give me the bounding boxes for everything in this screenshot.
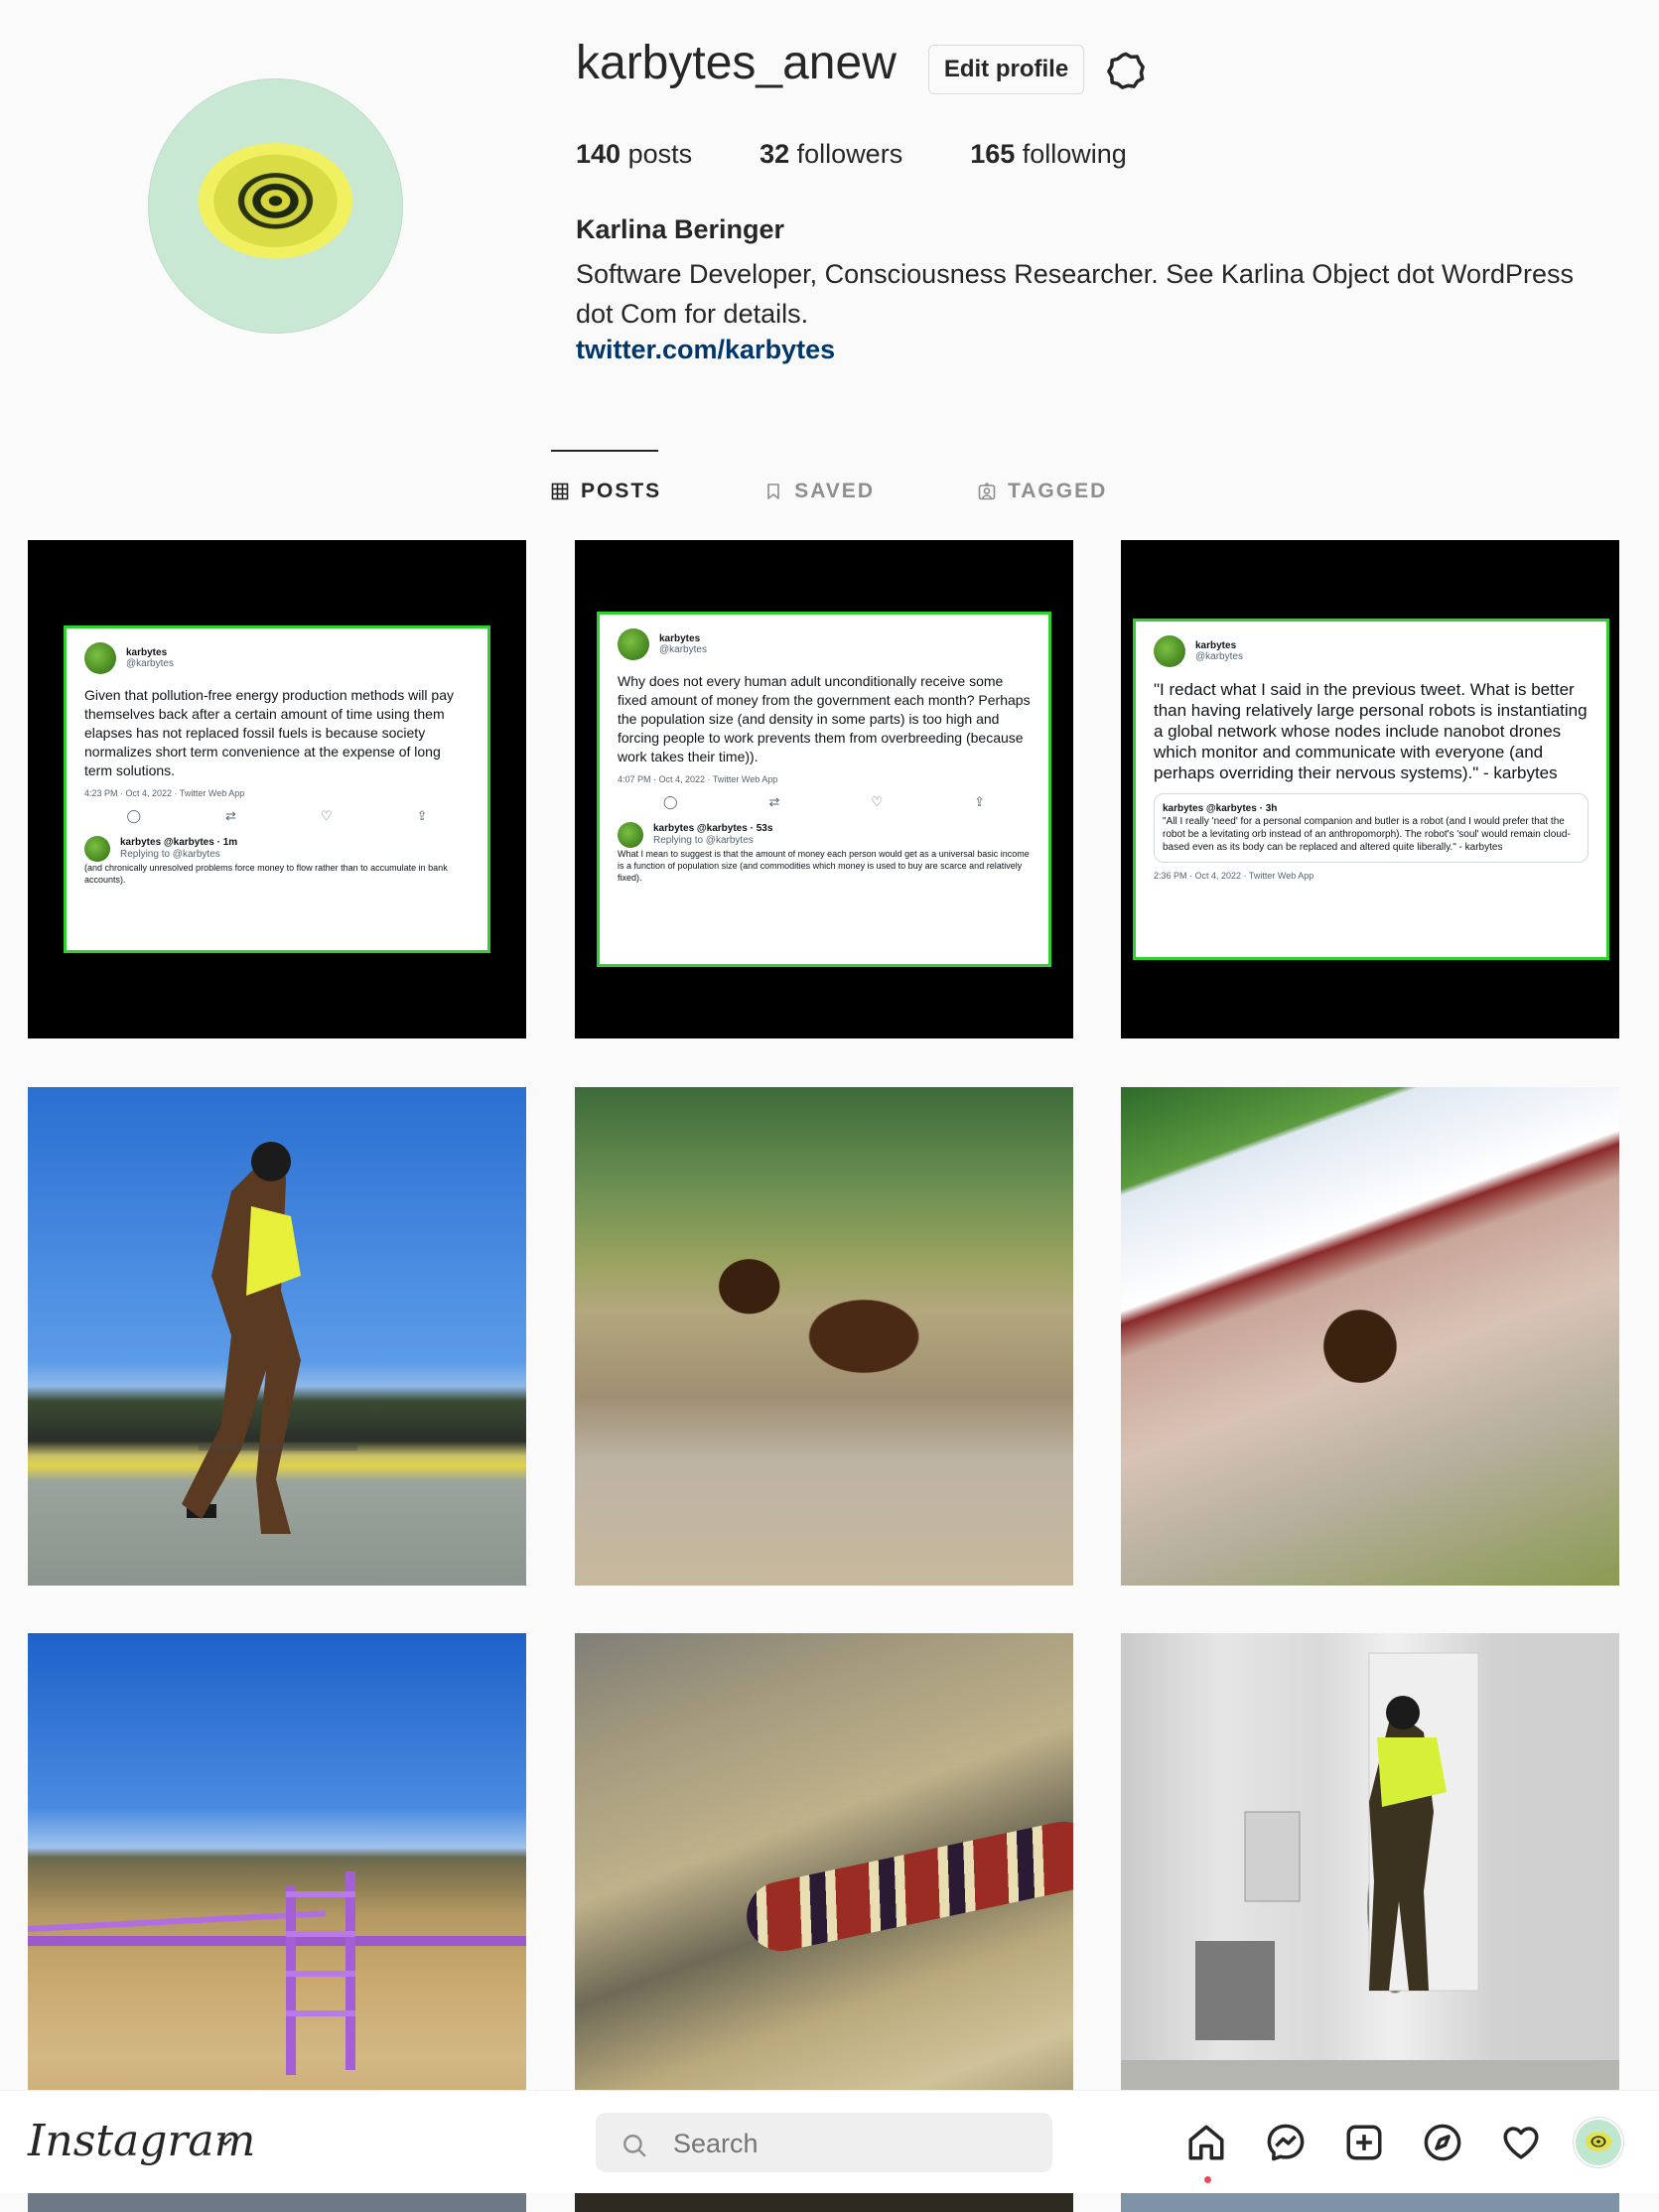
profile-bio: Software Developer, Consciousness Resear… bbox=[576, 259, 1574, 329]
restroom-figure bbox=[1121, 1652, 1619, 2132]
tweet-author-handle: @karbytes bbox=[1195, 651, 1243, 662]
settings-gear-icon[interactable] bbox=[1105, 50, 1147, 91]
tweet-meta: 2:36 PM · Oct 4, 2022 · Twitter Web App bbox=[1154, 871, 1314, 881]
post-tile-hiker-photo[interactable] bbox=[28, 1087, 526, 1586]
like-icon: ♡ bbox=[871, 794, 884, 809]
tweet-meta: 4:23 PM · Oct 4, 2022 · Twitter Web App bbox=[84, 788, 245, 798]
tweet-avatar bbox=[84, 642, 116, 674]
posts-count-stat: 140 posts bbox=[576, 139, 693, 169]
tweet-actions: ◯ ⇄ ♡ ⇪ bbox=[84, 808, 470, 824]
active-tab-indicator bbox=[551, 450, 658, 452]
tweet-header: karbytes @karbytes bbox=[84, 642, 470, 674]
quote-header: karbytes @karbytes · 3h bbox=[1163, 803, 1278, 814]
home-notification-dot bbox=[1204, 2176, 1211, 2183]
tweet-header: karbytes @karbytes bbox=[1154, 635, 1589, 667]
chevron-down-icon[interactable] bbox=[216, 2133, 234, 2150]
purple-gate bbox=[28, 1871, 526, 2075]
post-tile-snake-photo[interactable] bbox=[575, 1633, 1073, 2132]
reply-icon: ◯ bbox=[126, 808, 142, 823]
post-tile-restroom-photo[interactable] bbox=[1121, 1633, 1619, 2132]
following-count-stat[interactable]: 165 following bbox=[970, 139, 1127, 170]
tab-tagged-label: TAGGED bbox=[1007, 480, 1108, 502]
tweet-screenshot: karbytes @karbytes Given that pollution-f… bbox=[64, 625, 490, 953]
tweet-actions: ◯ ⇄ ♡ ⇪ bbox=[618, 794, 1031, 810]
tweet-author-handle: @karbytes bbox=[659, 644, 707, 655]
tweet-text: Why does not every human adult unconditi… bbox=[618, 673, 1031, 764]
tab-tagged[interactable]: TAGGED bbox=[978, 480, 1107, 503]
home-icon[interactable] bbox=[1185, 2122, 1227, 2163]
reply-avatar bbox=[618, 822, 643, 848]
tweet-avatar bbox=[1154, 635, 1185, 667]
tab-posts[interactable]: POSTS bbox=[551, 480, 661, 503]
profile-full-name: Karlina Beringer bbox=[576, 214, 785, 244]
reply-to-label: Replying to @karbytes bbox=[120, 849, 220, 860]
bottom-navigation-bar: Instagram bbox=[0, 2090, 1659, 2193]
reply-text: (and chronically unresolved problems for… bbox=[84, 863, 448, 885]
post-tile-cat-photo[interactable] bbox=[1121, 1087, 1619, 1586]
profile-tabs: POSTS SAVED TAGGED bbox=[551, 480, 1210, 503]
profile-stats: 140 posts 32 followers 165 following bbox=[576, 139, 1127, 170]
post-tile[interactable]: karbytes @karbytes "I redact what I said … bbox=[1121, 540, 1619, 1038]
tweet-avatar bbox=[618, 628, 649, 660]
post-tile-peek[interactable] bbox=[575, 2192, 1073, 2212]
search-bar[interactable] bbox=[596, 2113, 1052, 2174]
new-post-icon[interactable] bbox=[1343, 2122, 1385, 2163]
tweet-reply: karbytes @karbytes · 53s Replying to @kar… bbox=[618, 822, 1031, 884]
reply-avatar bbox=[84, 836, 110, 862]
tweet-author-handle: @karbytes bbox=[126, 658, 174, 669]
search-input[interactable] bbox=[671, 2113, 1033, 2174]
reply-header: karbytes @karbytes · 1m bbox=[120, 837, 238, 848]
post-tile[interactable]: karbytes @karbytes Why does not every hum… bbox=[575, 540, 1073, 1038]
profile-avatar-nav[interactable] bbox=[1576, 2120, 1621, 2165]
retweet-icon: ⇄ bbox=[225, 808, 236, 823]
like-icon: ♡ bbox=[320, 808, 333, 823]
explore-icon[interactable] bbox=[1422, 2122, 1463, 2163]
tab-saved-label: SAVED bbox=[794, 480, 875, 502]
bookmark-icon bbox=[767, 484, 779, 499]
tweet-quote: karbytes @karbytes · 3h "All I really 'n… bbox=[1154, 793, 1589, 863]
tweet-screenshot: karbytes @karbytes "I redact what I said … bbox=[1133, 619, 1609, 960]
reply-to-label: Replying to @karbytes bbox=[653, 835, 754, 846]
messenger-icon[interactable] bbox=[1265, 2122, 1307, 2163]
followers-count-stat[interactable]: 32 followers bbox=[760, 139, 902, 170]
tweet-reply: karbytes @karbytes · 1m Replying to @karb… bbox=[84, 836, 470, 886]
reply-text: What I mean to suggest is that the amoun… bbox=[618, 849, 1030, 883]
tweet-header: karbytes @karbytes bbox=[618, 628, 1031, 660]
post-tile-peek[interactable] bbox=[28, 2192, 526, 2212]
tweet-text: Given that pollution-free energy product… bbox=[84, 687, 454, 778]
tweet-text: "I redact what I said in the previous tw… bbox=[1154, 680, 1588, 782]
reply-icon: ◯ bbox=[662, 794, 678, 809]
grid-icon bbox=[551, 483, 569, 500]
profile-username: karbytes_anew bbox=[576, 37, 897, 89]
profile-avatar[interactable] bbox=[148, 78, 403, 334]
profile-external-link[interactable]: twitter.com/karbytes bbox=[576, 335, 835, 365]
edit-profile-button[interactable]: Edit profile bbox=[928, 45, 1084, 94]
reply-header: karbytes @karbytes · 53s bbox=[653, 823, 773, 834]
share-icon: ⇪ bbox=[974, 794, 985, 809]
post-tile-peek[interactable] bbox=[1121, 2192, 1619, 2212]
activity-heart-icon[interactable] bbox=[1500, 2122, 1542, 2163]
tab-saved[interactable]: SAVED bbox=[764, 480, 875, 503]
tweet-screenshot: karbytes @karbytes Why does not every hum… bbox=[597, 612, 1051, 967]
tab-posts-label: POSTS bbox=[581, 480, 662, 502]
post-tile[interactable]: karbytes @karbytes Given that pollution-f… bbox=[28, 540, 526, 1038]
tweet-author-name: karbytes bbox=[126, 647, 168, 658]
tweet-author-name: karbytes bbox=[1195, 640, 1237, 651]
search-icon bbox=[623, 2135, 646, 2157]
tagged-person-icon bbox=[978, 483, 996, 500]
share-icon: ⇪ bbox=[416, 808, 428, 823]
retweet-icon: ⇄ bbox=[768, 794, 780, 809]
tweet-author-name: karbytes bbox=[659, 633, 701, 644]
post-tile-hill-gate-photo[interactable] bbox=[28, 1633, 526, 2132]
hiker-figure bbox=[182, 1142, 357, 1534]
post-tile-cat-photo[interactable] bbox=[575, 1087, 1073, 1586]
quote-text: "All I really 'need' for a personal comp… bbox=[1163, 816, 1571, 853]
tweet-meta: 4:07 PM · Oct 4, 2022 · Twitter Web App bbox=[618, 774, 778, 784]
